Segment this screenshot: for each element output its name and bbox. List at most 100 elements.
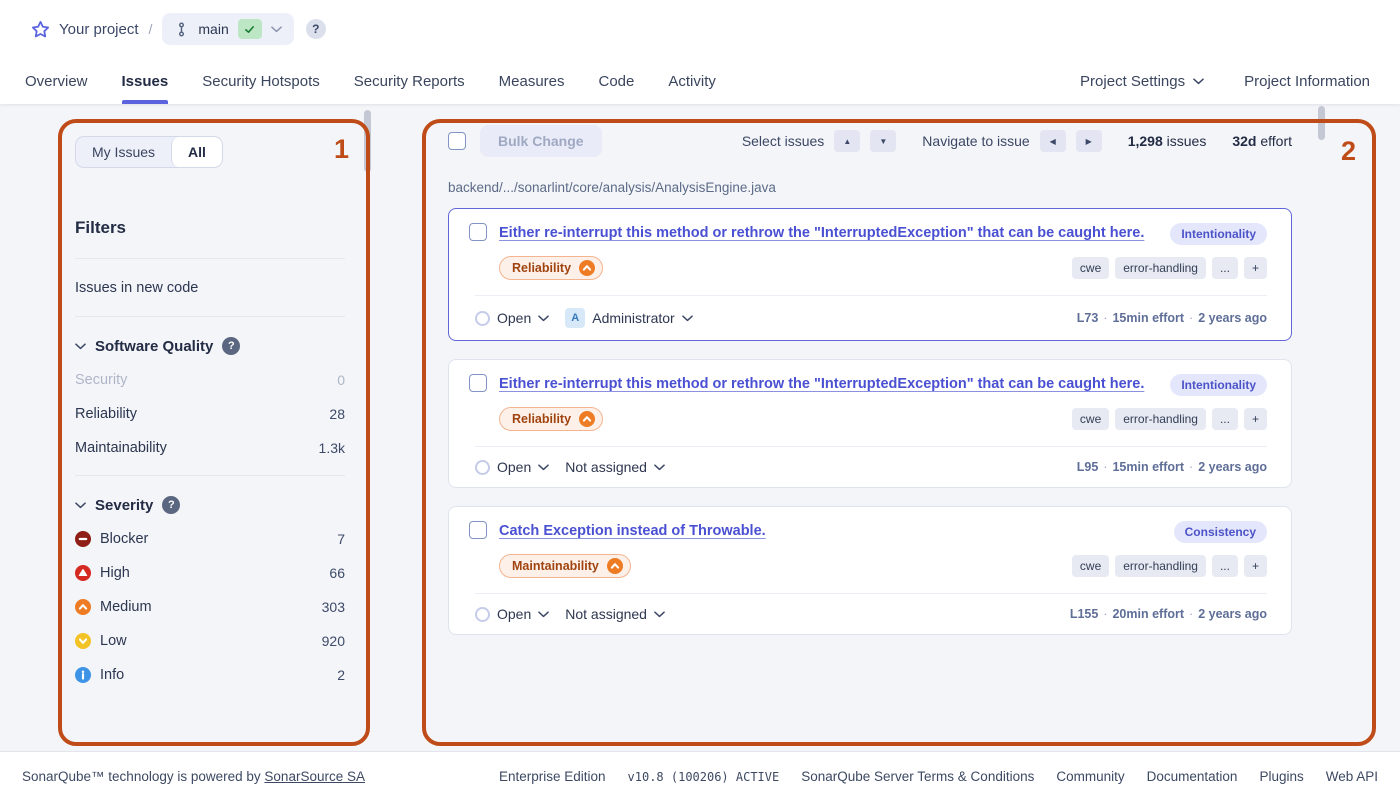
facet-info[interactable]: Info 2 — [75, 658, 345, 692]
chevron-down-icon — [682, 315, 693, 322]
issue-checkbox[interactable] — [469, 374, 487, 392]
software-quality-badge-label: Reliability — [512, 412, 571, 426]
tag-more[interactable]: ... — [1212, 257, 1238, 279]
navigate-next-button[interactable]: ▶ — [1076, 130, 1102, 152]
issue-title-link[interactable]: Catch Exception instead of Throwable. — [499, 521, 1162, 542]
software-quality-badge[interactable]: Reliability — [499, 407, 603, 431]
project-information-link[interactable]: Project Information — [1244, 73, 1370, 90]
issue-meta: L95·15min effort·2 years ago — [1077, 460, 1267, 474]
edition-label: Enterprise Edition — [499, 769, 606, 784]
issue-status-dropdown[interactable]: Open — [475, 310, 549, 326]
issue-title-link[interactable]: Either re-interrupt this method or rethr… — [499, 223, 1158, 244]
tab-code[interactable]: Code — [599, 58, 635, 104]
branch-help-icon[interactable]: ? — [306, 19, 326, 39]
issue-checkbox[interactable] — [469, 521, 487, 539]
branch-selector[interactable]: main — [162, 13, 293, 45]
facet-high-label: High — [100, 565, 130, 581]
facet-low[interactable]: Low 920 — [75, 624, 345, 658]
issue-card[interactable]: Either re-interrupt this method or rethr… — [448, 208, 1292, 341]
tab-issues[interactable]: Issues — [122, 58, 169, 104]
navigate-previous-button[interactable]: ◀ — [1040, 130, 1066, 152]
tag-add[interactable]: + — [1244, 257, 1267, 279]
divider — [75, 475, 345, 476]
issue-assignee-dropdown[interactable]: A Administrator — [565, 308, 692, 328]
tag-more[interactable]: ... — [1212, 408, 1238, 430]
medium-icon — [607, 558, 623, 574]
severity-title: Severity — [95, 497, 153, 514]
issue-status-label: Open — [497, 606, 531, 622]
chevron-down-icon — [538, 464, 549, 471]
tab-security-reports[interactable]: Security Reports — [354, 58, 465, 104]
issues-list-panel: Bulk Change Select issues ▲ ▼ Navigate t… — [448, 126, 1292, 635]
software-quality-badge-label: Reliability — [512, 261, 571, 275]
facet-blocker-count: 7 — [337, 531, 345, 547]
footer-link-community[interactable]: Community — [1056, 769, 1124, 784]
facet-info-count: 2 — [337, 667, 345, 683]
facet-security[interactable]: Security 0 — [75, 363, 345, 397]
facet-high[interactable]: High 66 — [75, 556, 345, 590]
severity-help-icon[interactable]: ? — [162, 496, 180, 514]
issues-in-new-code-filter[interactable]: Issues in new code — [75, 280, 345, 296]
issue-checkbox[interactable] — [469, 223, 487, 241]
tag-add[interactable]: + — [1244, 408, 1267, 430]
facet-low-count: 920 — [322, 633, 345, 649]
tag-error-handling[interactable]: error-handling — [1115, 555, 1206, 577]
select-previous-issue-button[interactable]: ▲ — [834, 130, 860, 152]
tag-add[interactable]: + — [1244, 555, 1267, 577]
issues-scrollbar[interactable] — [1318, 106, 1325, 140]
tab-activity[interactable]: Activity — [668, 58, 716, 104]
select-all-checkbox[interactable] — [448, 132, 466, 150]
software-quality-facet-header[interactable]: Software Quality ? — [75, 337, 345, 355]
tag-more[interactable]: ... — [1212, 555, 1238, 577]
medium-icon — [579, 411, 595, 427]
project-settings-menu[interactable]: Project Settings — [1080, 73, 1204, 90]
footer-link-webapi[interactable]: Web API — [1326, 769, 1378, 784]
footer-link-terms[interactable]: SonarQube Server Terms & Conditions — [801, 769, 1034, 784]
tab-security-hotspots[interactable]: Security Hotspots — [202, 58, 320, 104]
tag-error-handling[interactable]: error-handling — [1115, 257, 1206, 279]
issue-assignee-dropdown[interactable]: Not assigned — [565, 459, 665, 475]
tag-cwe[interactable]: cwe — [1072, 257, 1109, 279]
facet-reliability-label: Reliability — [75, 406, 137, 422]
medium-icon — [579, 260, 595, 276]
software-quality-badge[interactable]: Reliability — [499, 256, 603, 280]
my-issues-toggle[interactable]: My Issues — [76, 137, 171, 167]
issue-card[interactable]: Catch Exception instead of Throwable. Co… — [448, 506, 1292, 635]
select-next-issue-button[interactable]: ▼ — [870, 130, 896, 152]
tag-cwe[interactable]: cwe — [1072, 408, 1109, 430]
issue-line: L155 — [1070, 607, 1099, 621]
tag-cwe[interactable]: cwe — [1072, 555, 1109, 577]
medium-icon — [75, 599, 91, 615]
chevron-down-icon — [75, 343, 86, 350]
sonarsource-link[interactable]: SonarSource SA — [264, 769, 365, 784]
issue-title-link[interactable]: Either re-interrupt this method or rethr… — [499, 374, 1158, 395]
sidebar-scrollbar[interactable] — [364, 110, 371, 172]
issue-status-dropdown[interactable]: Open — [475, 606, 549, 622]
facet-maintainability[interactable]: Maintainability 1.3k — [75, 431, 345, 465]
facet-medium[interactable]: Medium 303 — [75, 590, 345, 624]
footer-link-documentation[interactable]: Documentation — [1147, 769, 1238, 784]
divider — [75, 316, 345, 317]
footer-link-plugins[interactable]: Plugins — [1259, 769, 1303, 784]
breadcrumb-project-link[interactable]: Your project — [59, 21, 139, 38]
issue-meta: L155·20min effort·2 years ago — [1070, 607, 1267, 621]
tab-measures[interactable]: Measures — [499, 58, 565, 104]
high-icon — [75, 565, 91, 581]
tag-error-handling[interactable]: error-handling — [1115, 408, 1206, 430]
facet-reliability[interactable]: Reliability 28 — [75, 397, 345, 431]
bulk-change-button[interactable]: Bulk Change — [480, 125, 602, 157]
software-quality-help-icon[interactable]: ? — [222, 337, 240, 355]
issue-card[interactable]: Either re-interrupt this method or rethr… — [448, 359, 1292, 488]
severity-facet-header[interactable]: Severity ? — [75, 496, 345, 514]
facet-blocker[interactable]: Blocker 7 — [75, 522, 345, 556]
issue-status-dropdown[interactable]: Open — [475, 459, 549, 475]
favorite-star-icon[interactable] — [30, 19, 50, 39]
all-issues-toggle[interactable]: All — [171, 137, 222, 167]
chevron-down-icon — [654, 464, 665, 471]
facet-security-count: 0 — [337, 372, 345, 388]
software-quality-badge[interactable]: Maintainability — [499, 554, 631, 578]
branch-name: main — [198, 21, 228, 37]
tab-overview[interactable]: Overview — [25, 58, 88, 104]
issue-assignee-dropdown[interactable]: Not assigned — [565, 606, 665, 622]
facet-high-count: 66 — [329, 565, 345, 581]
